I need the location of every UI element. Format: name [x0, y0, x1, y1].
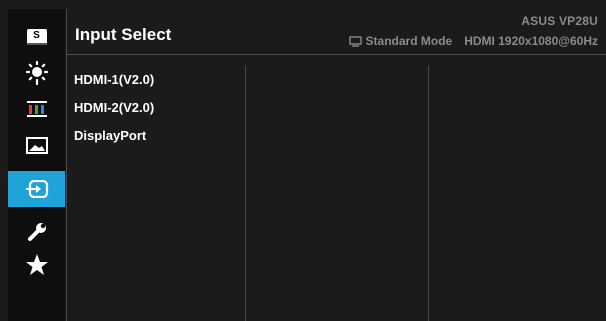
sidebar-item-color[interactable] — [8, 91, 65, 127]
sidebar-item-image[interactable] — [8, 127, 65, 163]
option-displayport[interactable]: DisplayPort — [74, 128, 154, 156]
color-icon — [26, 101, 47, 117]
header: Input Select ASUS VP28U Standard Mode HD… — [66, 9, 606, 55]
sidebar-item-blue-light-filter[interactable] — [8, 55, 65, 91]
main-panel — [66, 9, 606, 321]
input-options-list: HDMI-1(V2.0) HDMI-2(V2.0) DisplayPort — [74, 72, 154, 156]
star-icon — [25, 254, 48, 275]
status-bar: Standard Mode HDMI 1920x1080@60Hz — [348, 34, 598, 48]
splendid-icon: S — [26, 29, 47, 45]
splendid-icon-label: S — [33, 30, 40, 41]
sidebar-item-splendid[interactable]: S — [8, 19, 65, 55]
input-select-icon — [25, 180, 48, 198]
column-divider — [245, 66, 246, 321]
option-hdmi-2[interactable]: HDMI-2(V2.0) — [74, 100, 154, 128]
monitor-icon — [348, 35, 362, 47]
brightness-icon — [25, 61, 48, 85]
osd-menu: S Input Select ASUS VP28U Standard Mode … — [0, 0, 606, 321]
option-hdmi-1[interactable]: HDMI-1(V2.0) — [74, 72, 154, 100]
current-mode: Standard Mode — [365, 34, 453, 48]
wrench-icon — [27, 223, 46, 241]
sidebar-item-system-setup[interactable] — [8, 214, 65, 250]
model-name: ASUS VP28U — [521, 14, 598, 28]
sidebar-item-favorite[interactable] — [8, 247, 65, 283]
page-title: Input Select — [75, 25, 172, 44]
sidebar-item-input-select[interactable] — [8, 171, 65, 207]
sidebar: S — [8, 9, 65, 321]
image-icon — [25, 136, 48, 154]
signal-info: HDMI 1920x1080@60Hz — [464, 34, 598, 48]
column-divider — [428, 66, 429, 321]
